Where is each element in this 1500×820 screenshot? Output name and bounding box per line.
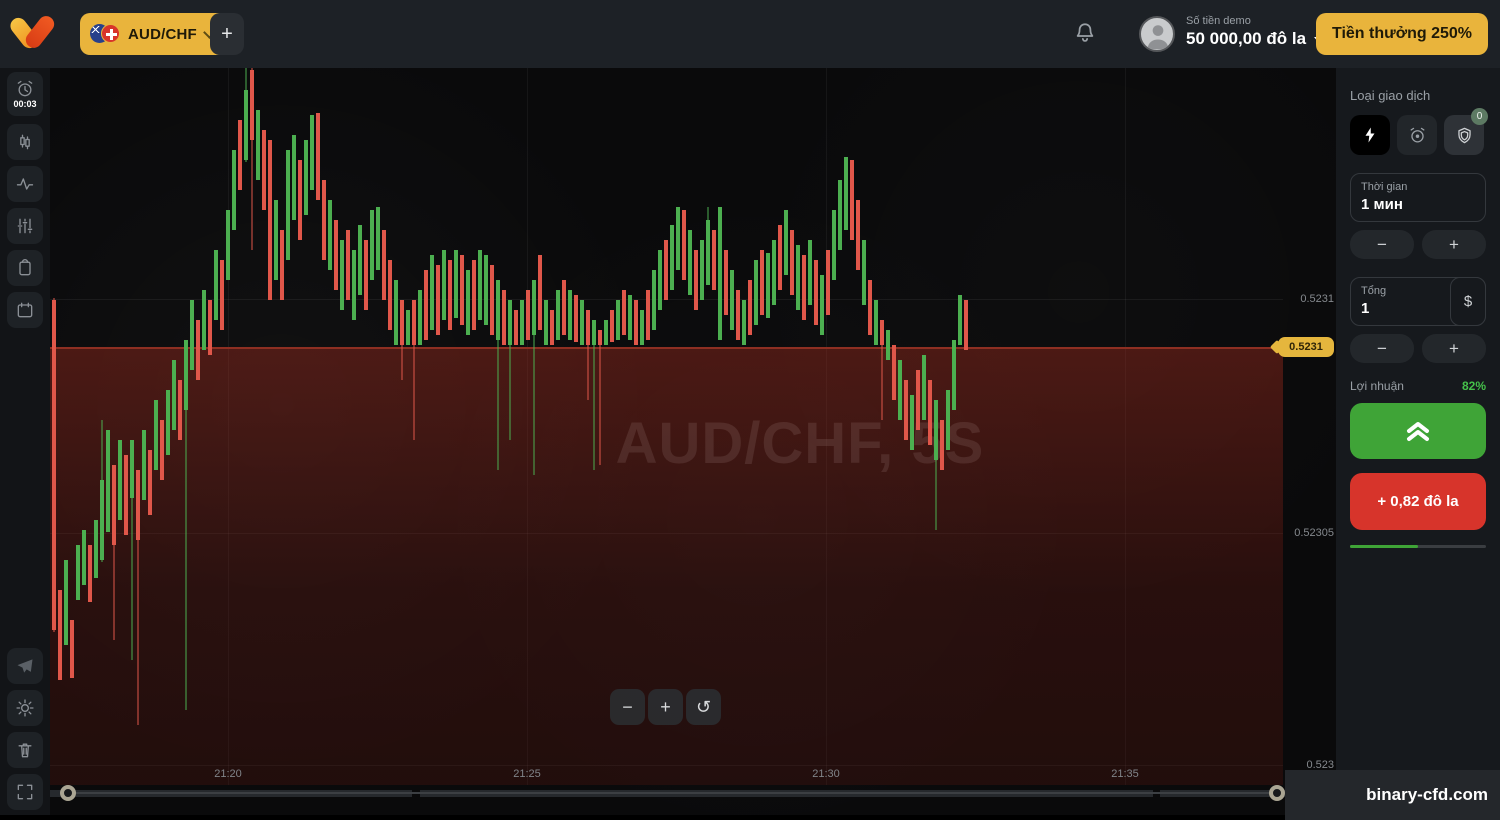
telegram-button[interactable] xyxy=(7,648,43,684)
sliders-icon xyxy=(15,216,35,236)
chart-zoom-controls: − + ↺ xyxy=(610,689,721,725)
gear-icon xyxy=(15,698,35,718)
candlesticks xyxy=(50,68,1283,785)
alarm-clock-icon xyxy=(1408,126,1427,145)
double-chevron-up-icon xyxy=(1403,418,1433,444)
avatar[interactable] xyxy=(1139,16,1175,52)
shield-icon xyxy=(1455,126,1474,145)
time-stepper: − + xyxy=(1350,230,1486,259)
paper-plane-icon xyxy=(15,656,35,676)
timed-trade-button[interactable] xyxy=(1397,115,1437,155)
sell-down-button[interactable]: + 0,82 đô la xyxy=(1350,473,1486,530)
add-asset-button[interactable]: + xyxy=(210,13,244,55)
sentiment-bar-fill xyxy=(1350,545,1418,548)
calendar-icon xyxy=(15,300,35,320)
time-field[interactable]: Thời gian 1 мин xyxy=(1350,173,1486,222)
reset-view-button[interactable]: ↺ xyxy=(686,689,721,725)
orders-clipboard-button[interactable] xyxy=(7,250,43,286)
amount-field[interactable]: Tổng 1 $ xyxy=(1350,277,1486,326)
timer-value: 00:03 xyxy=(13,100,36,109)
history-slider-track[interactable] xyxy=(68,792,1277,794)
zoom-out-button[interactable]: − xyxy=(610,689,645,725)
profit-value: 82% xyxy=(1462,379,1486,393)
time-axis-label: 21:30 xyxy=(796,768,856,780)
time-minus-button[interactable]: − xyxy=(1350,230,1414,259)
settings-sliders-button[interactable] xyxy=(7,208,43,244)
bottom-strip xyxy=(0,815,1285,820)
slider-handle-left[interactable] xyxy=(60,785,76,801)
trade-timer-button[interactable]: 00:03 xyxy=(7,72,43,116)
time-axis-label: 21:25 xyxy=(497,768,557,780)
site-name: binary-cfd.com xyxy=(1366,785,1488,805)
fullscreen-icon xyxy=(15,782,35,802)
alarm-clock-icon xyxy=(15,79,35,99)
switzerland-flag-icon xyxy=(101,24,120,43)
notifications-bell-icon[interactable] xyxy=(1072,21,1098,47)
brand-logo[interactable] xyxy=(14,12,54,56)
bonus-button[interactable]: Tiền thưởng 250% xyxy=(1316,13,1488,55)
trade-type-switcher: 0 xyxy=(1350,115,1486,155)
fullscreen-button[interactable] xyxy=(7,774,43,810)
settings-gear-button[interactable] xyxy=(7,690,43,726)
quick-trade-button[interactable] xyxy=(1350,115,1390,155)
asset-name: AUD/CHF xyxy=(128,26,197,43)
time-field-value: 1 мин xyxy=(1361,196,1475,213)
left-toolbar: 00:03 xyxy=(0,68,50,815)
time-field-label: Thời gian xyxy=(1361,181,1475,193)
time-plus-button[interactable]: + xyxy=(1422,230,1486,259)
amount-stepper: − + xyxy=(1350,334,1486,363)
trading-app: AUD/CHF + Số tiền demo 50 000,00 đô la T… xyxy=(0,0,1500,820)
time-axis-label: 21:35 xyxy=(1095,768,1155,780)
indicators-pulse-button[interactable] xyxy=(7,166,43,202)
time-axis-label: 21:20 xyxy=(198,768,258,780)
amount-plus-button[interactable]: + xyxy=(1422,334,1486,363)
protected-trade-button[interactable]: 0 xyxy=(1444,115,1484,155)
trash-icon xyxy=(15,740,35,760)
calendar-button[interactable] xyxy=(7,292,43,328)
zoom-in-button[interactable]: + xyxy=(648,689,683,725)
sentiment-bar xyxy=(1350,545,1486,548)
buy-up-button[interactable] xyxy=(1350,403,1486,459)
amount-minus-button[interactable]: − xyxy=(1350,334,1414,363)
chart-type-button[interactable] xyxy=(7,124,43,160)
lightning-icon xyxy=(1361,126,1379,144)
price-axis-label: 0.52305 xyxy=(1286,527,1334,539)
top-bar: AUD/CHF + Số tiền demo 50 000,00 đô la T… xyxy=(0,0,1500,68)
profit-label: Lợi nhuận xyxy=(1350,379,1404,393)
asset-flags-icon xyxy=(90,24,120,44)
balance-value: 50 000,00 đô la xyxy=(1186,29,1306,49)
current-price-tag: 0.5231 xyxy=(1278,337,1334,357)
trade-type-label: Loại giao dịch xyxy=(1350,88,1486,103)
trade-panel: Loại giao dịch 0 Thời gian xyxy=(1336,68,1500,820)
slider-handle-right[interactable] xyxy=(1269,785,1285,801)
clipboard-icon xyxy=(15,258,35,278)
currency-toggle[interactable]: $ xyxy=(1450,277,1486,326)
chart-area[interactable]: AUD/CHF, 5S 0.52310.523050.52321:2021:25… xyxy=(50,68,1336,815)
site-footer: binary-cfd.com xyxy=(1285,770,1500,820)
balance-label: Số tiền demo xyxy=(1186,15,1324,27)
shield-count-badge: 0 xyxy=(1471,108,1488,125)
candlestick-icon xyxy=(15,132,35,152)
account-balance[interactable]: Số tiền demo 50 000,00 đô la xyxy=(1186,15,1324,49)
price-axis-label: 0.5231 xyxy=(1286,293,1334,305)
profit-row: Lợi nhuận 82% xyxy=(1350,379,1486,393)
asset-selector[interactable]: AUD/CHF xyxy=(80,13,228,55)
pulse-line-icon xyxy=(15,174,35,194)
clear-trash-button[interactable] xyxy=(7,732,43,768)
